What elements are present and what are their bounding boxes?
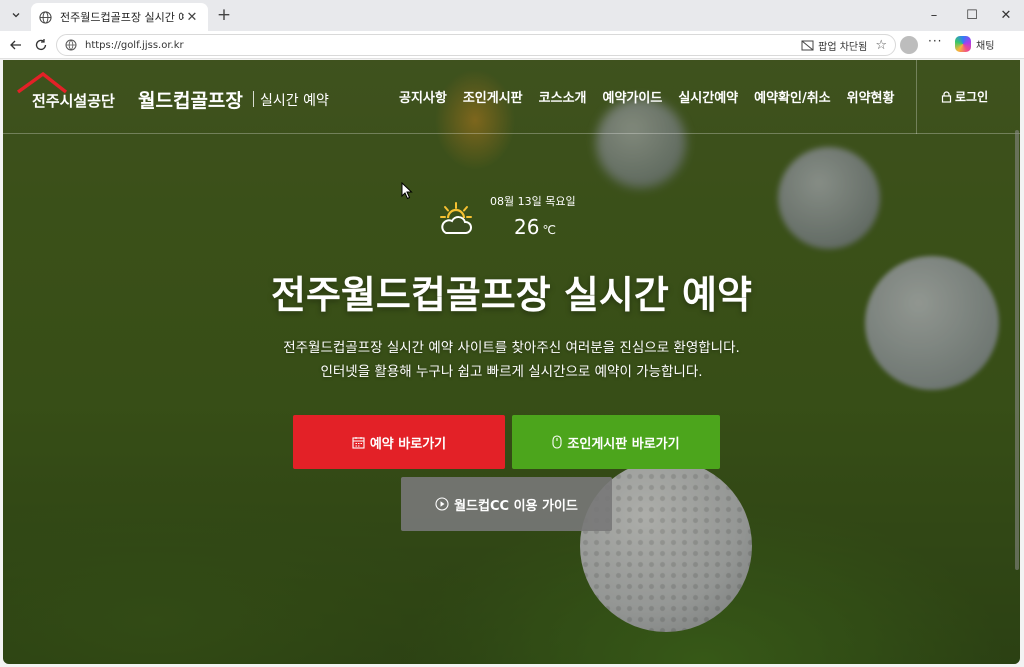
calendar-icon — [352, 436, 365, 449]
globe-icon — [39, 10, 52, 24]
web-page: 전주시설공단 월드컵골프장 실시간 예약 공지사항 조인게시판 코스소개 예약가… — [3, 60, 1020, 664]
tab-list-chevron-icon[interactable] — [6, 5, 26, 25]
logo-divider — [253, 91, 254, 107]
weather-temperature: 26 ℃ — [514, 215, 556, 239]
address-bar-row: https://golf.jjss.or.kr 팝업 차단됨 ☆ ··· 채팅 — [0, 31, 1024, 59]
hero-desc-line: 인터넷을 활용해 누구나 쉽고 빠르게 실시간으로 예약이 가능합니다. — [320, 364, 703, 380]
header-divider — [916, 60, 917, 134]
close-window-button[interactable]: ✕ — [988, 0, 1024, 31]
logo-org-name: 전주시설공단 — [32, 92, 115, 110]
profile-avatar[interactable] — [900, 36, 918, 54]
join-board-shortcut-button[interactable]: 조인게시판 바로가기 — [512, 415, 720, 469]
new-tab-button[interactable]: + — [213, 5, 235, 25]
browser-tab-bar: 전주월드컵골프장 실시간 예약 ✕ + – ☐ ✕ — [0, 0, 1024, 31]
temperature-value: 26 — [514, 215, 540, 239]
join-board-shortcut-label: 조인게시판 바로가기 — [567, 436, 680, 452]
hero-desc-line: 전주월드컵골프장 실시간 예약 사이트를 찾아주신 여러분을 진심으로 환영합니… — [283, 340, 740, 356]
tab-title: 전주월드컵골프장 실시간 예약 — [60, 11, 184, 24]
weather-date: 08월 13일 목요일 — [490, 195, 576, 208]
mouse-icon — [552, 435, 562, 449]
hero-title: 전주월드컵골프장 실시간 예약 — [271, 273, 752, 317]
back-arrow-icon[interactable] — [5, 35, 27, 55]
usage-guide-label: 월드컵CC 이용 가이드 — [454, 498, 578, 514]
reservation-shortcut-label: 예약 바로가기 — [369, 436, 447, 452]
hero-description: 전주월드컵골프장 실시간 예약 사이트를 찾아주신 여러분을 진심으로 환영합니… — [3, 336, 1020, 384]
maximize-button[interactable]: ☐ — [954, 0, 990, 31]
url-input[interactable]: https://golf.jjss.or.kr 팝업 차단됨 ☆ — [56, 34, 896, 56]
browser-tab-active[interactable]: 전주월드컵골프장 실시간 예약 ✕ — [31, 3, 208, 31]
logo-subtitle: 실시간 예약 — [260, 93, 329, 109]
login-label: 로그인 — [955, 90, 989, 104]
temperature-unit: ℃ — [542, 223, 556, 237]
popup-blocked-indicator[interactable]: 팝업 차단됨 — [801, 38, 867, 53]
lock-icon — [941, 90, 952, 103]
nav-item-join-board[interactable]: 조인게시판 — [463, 87, 523, 106]
nav-item-notice[interactable]: 공지사항 — [399, 87, 447, 106]
refresh-icon[interactable] — [30, 35, 52, 55]
popup-blocked-icon — [801, 40, 814, 50]
copilot-icon — [955, 36, 971, 52]
usage-guide-button[interactable]: 월드컵CC 이용 가이드 — [401, 477, 612, 531]
nav-item-realtime-reservation[interactable]: 실시간예약 — [678, 87, 738, 106]
reservation-shortcut-button[interactable]: 예약 바로가기 — [293, 415, 505, 469]
minimize-button[interactable]: – — [916, 0, 952, 31]
site-info-icon[interactable] — [65, 39, 77, 51]
nav-item-reservation-guide[interactable]: 예약가이드 — [603, 87, 663, 106]
partly-cloudy-icon — [440, 202, 472, 234]
tab-close-icon[interactable]: ✕ — [184, 10, 200, 25]
mouse-cursor-icon — [401, 182, 413, 200]
logo-club-name: 월드컵골프장 — [138, 90, 243, 112]
copilot-chat-button[interactable]: 채팅 — [955, 36, 994, 52]
nav-item-course[interactable]: 코스소개 — [539, 87, 587, 106]
copilot-label: 채팅 — [976, 40, 995, 52]
popup-blocked-label: 팝업 차단됨 — [818, 41, 868, 53]
favorite-star-icon[interactable]: ☆ — [875, 38, 887, 53]
site-header: 전주시설공단 월드컵골프장 실시간 예약 공지사항 조인게시판 코스소개 예약가… — [3, 60, 1020, 134]
nav-item-reservation-check[interactable]: 예약확인/취소 — [754, 87, 831, 106]
more-menu-icon[interactable]: ··· — [928, 34, 942, 48]
url-text: https://golf.jjss.or.kr — [85, 39, 184, 51]
play-circle-icon — [435, 497, 449, 511]
nav-item-penalty-status[interactable]: 위약현황 — [847, 87, 895, 106]
main-nav: 공지사항 조인게시판 코스소개 예약가이드 실시간예약 예약확인/취소 위약현황 — [399, 87, 910, 106]
page-scrollbar[interactable] — [1015, 130, 1019, 570]
login-button[interactable]: 로그인 — [941, 88, 988, 105]
